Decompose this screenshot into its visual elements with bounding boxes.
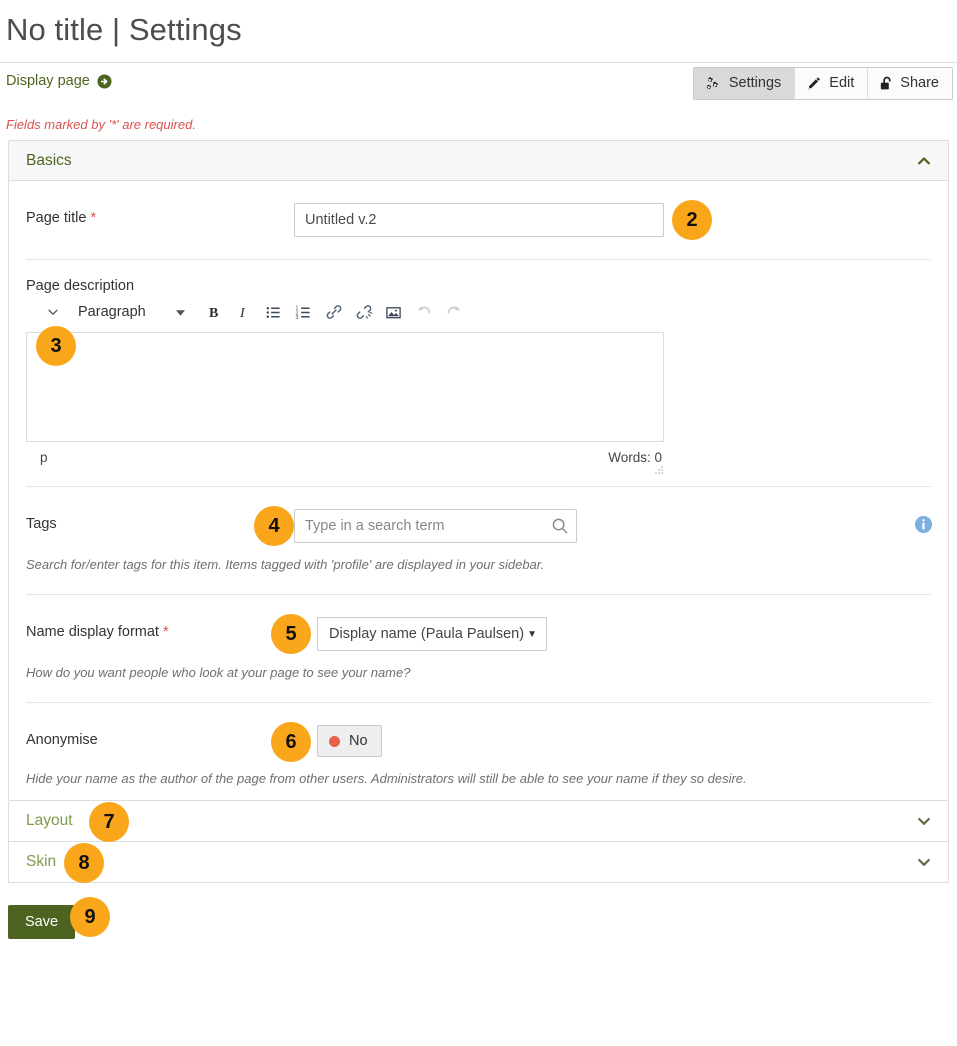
page-title: No title | Settings bbox=[0, 0, 957, 62]
tags-control: 4 bbox=[294, 509, 931, 543]
step-badge-7: 7 bbox=[89, 802, 129, 842]
tags-search-input[interactable] bbox=[294, 509, 577, 543]
svg-text:I: I bbox=[239, 306, 246, 321]
page-description-row: Page description bbox=[26, 260, 931, 294]
info-circle-icon[interactable] bbox=[914, 515, 933, 534]
step-badge-2: 2 bbox=[672, 200, 712, 240]
page-title-row: Page title * 2 bbox=[26, 181, 931, 237]
status-dot-icon bbox=[329, 736, 340, 747]
skin-panel-title: Skin bbox=[26, 853, 916, 871]
step-badge-6: 6 bbox=[271, 722, 311, 762]
svg-text:B: B bbox=[209, 306, 218, 321]
step-badge-4: 4 bbox=[254, 506, 294, 546]
step-badge-3: 3 bbox=[36, 326, 76, 366]
page-title-input[interactable] bbox=[294, 203, 664, 237]
subheader: Display page bbox=[0, 62, 957, 107]
anonymise-row: Anonymise No 6 bbox=[26, 703, 931, 757]
anonymise-control: No 6 bbox=[294, 725, 931, 757]
layout-panel-title: Layout bbox=[26, 812, 916, 830]
tags-row: Tags 4 bbox=[26, 487, 931, 543]
tags-help-text: Search for/enter tags for this item. Ite… bbox=[26, 543, 931, 572]
save-area: Save 9 bbox=[0, 883, 957, 939]
anonymise-help-text: Hide your name as the author of the page… bbox=[26, 757, 931, 800]
numbered-list-icon[interactable]: 1 2 3 bbox=[289, 298, 319, 326]
gears-icon bbox=[705, 76, 722, 91]
page-title-label: Page title * bbox=[26, 203, 294, 226]
arrow-circle-right-icon bbox=[97, 74, 112, 89]
basics-panel-body: Page title * 2 Page description bbox=[9, 181, 948, 800]
link-icon[interactable] bbox=[319, 298, 349, 326]
name-display-format-control: Display name (Paula Paulsen) ▼ 5 bbox=[294, 617, 931, 651]
caret-down-icon bbox=[176, 304, 185, 320]
display-page-link[interactable]: Display page bbox=[6, 73, 112, 89]
undo-icon[interactable] bbox=[409, 298, 439, 326]
page-title-control: 2 bbox=[294, 203, 931, 237]
name-display-format-row: Name display format * Display name (Paul… bbox=[26, 595, 931, 651]
name-display-format-value: Display name (Paula Paulsen) bbox=[329, 626, 527, 642]
settings-tab-button[interactable]: Settings bbox=[694, 68, 795, 99]
unlock-icon bbox=[879, 76, 893, 91]
chevron-up-icon[interactable] bbox=[916, 153, 932, 169]
editor-resize-handle[interactable] bbox=[652, 465, 664, 477]
edit-tab-button[interactable]: Edit bbox=[795, 68, 868, 99]
name-display-format-select[interactable]: Display name (Paula Paulsen) ▼ bbox=[317, 617, 547, 651]
step-badge-9: 9 bbox=[70, 897, 110, 937]
skin-panel-header[interactable]: Skin 8 bbox=[8, 842, 949, 883]
save-button[interactable]: Save bbox=[8, 905, 75, 939]
tags-search-wrap bbox=[294, 509, 577, 543]
toolbar-toggle-chevron-down-icon[interactable] bbox=[38, 298, 68, 326]
settings-page: No title | Settings Display page bbox=[0, 0, 957, 1046]
svg-text:3: 3 bbox=[296, 315, 299, 321]
settings-tab-label: Settings bbox=[729, 76, 781, 91]
anonymise-toggle-value: No bbox=[349, 733, 368, 749]
bullet-list-icon[interactable] bbox=[259, 298, 289, 326]
editor-element-path: p bbox=[40, 450, 608, 465]
step-badge-8: 8 bbox=[64, 843, 104, 883]
search-icon[interactable] bbox=[551, 517, 569, 535]
italic-icon[interactable]: I bbox=[229, 298, 259, 326]
editor-toolbar: Paragraph B I bbox=[26, 294, 664, 332]
share-tab-label: Share bbox=[900, 76, 939, 91]
basics-panel-header[interactable]: Basics bbox=[9, 141, 948, 181]
basics-panel: Basics Page title * 2 bbox=[8, 140, 949, 801]
name-display-format-help-text: How do you want people who look at your … bbox=[26, 651, 931, 680]
required-fields-note: Fields marked by '*' are required. bbox=[0, 107, 957, 140]
required-marker: * bbox=[91, 210, 97, 226]
layout-panel-header[interactable]: Layout 7 bbox=[8, 801, 949, 842]
share-tab-button[interactable]: Share bbox=[868, 68, 952, 99]
view-mode-button-group: Settings Edit bbox=[693, 67, 953, 100]
unlink-icon[interactable] bbox=[349, 298, 379, 326]
anonymise-toggle-button[interactable]: No bbox=[317, 725, 382, 757]
page-description-label: Page description bbox=[26, 278, 134, 294]
format-select-value: Paragraph bbox=[78, 304, 146, 320]
page-title-label-text: Page title bbox=[26, 210, 86, 226]
redo-icon[interactable] bbox=[439, 298, 469, 326]
chevron-down-icon[interactable] bbox=[916, 813, 932, 829]
image-icon[interactable] bbox=[379, 298, 409, 326]
anonymise-label: Anonymise bbox=[26, 725, 294, 748]
step-badge-5: 5 bbox=[271, 614, 311, 654]
display-page-label: Display page bbox=[6, 73, 90, 89]
page-description-editor-area[interactable] bbox=[26, 332, 664, 442]
chevron-down-icon[interactable] bbox=[916, 854, 932, 870]
editor-word-count: Words: 0 bbox=[608, 450, 662, 465]
bold-icon[interactable]: B bbox=[199, 298, 229, 326]
caret-down-icon: ▼ bbox=[527, 629, 537, 640]
name-display-format-label: Name display format * bbox=[26, 617, 294, 640]
basics-panel-title: Basics bbox=[26, 152, 916, 170]
pencil-icon bbox=[806, 76, 822, 91]
edit-tab-label: Edit bbox=[829, 76, 854, 91]
format-select[interactable]: Paragraph bbox=[68, 298, 193, 326]
required-marker: * bbox=[163, 624, 169, 640]
name-display-format-label-text: Name display format bbox=[26, 624, 159, 640]
editor-status-bar: p Words: 0 bbox=[26, 442, 664, 472]
rich-text-editor: Paragraph B I bbox=[26, 294, 664, 472]
